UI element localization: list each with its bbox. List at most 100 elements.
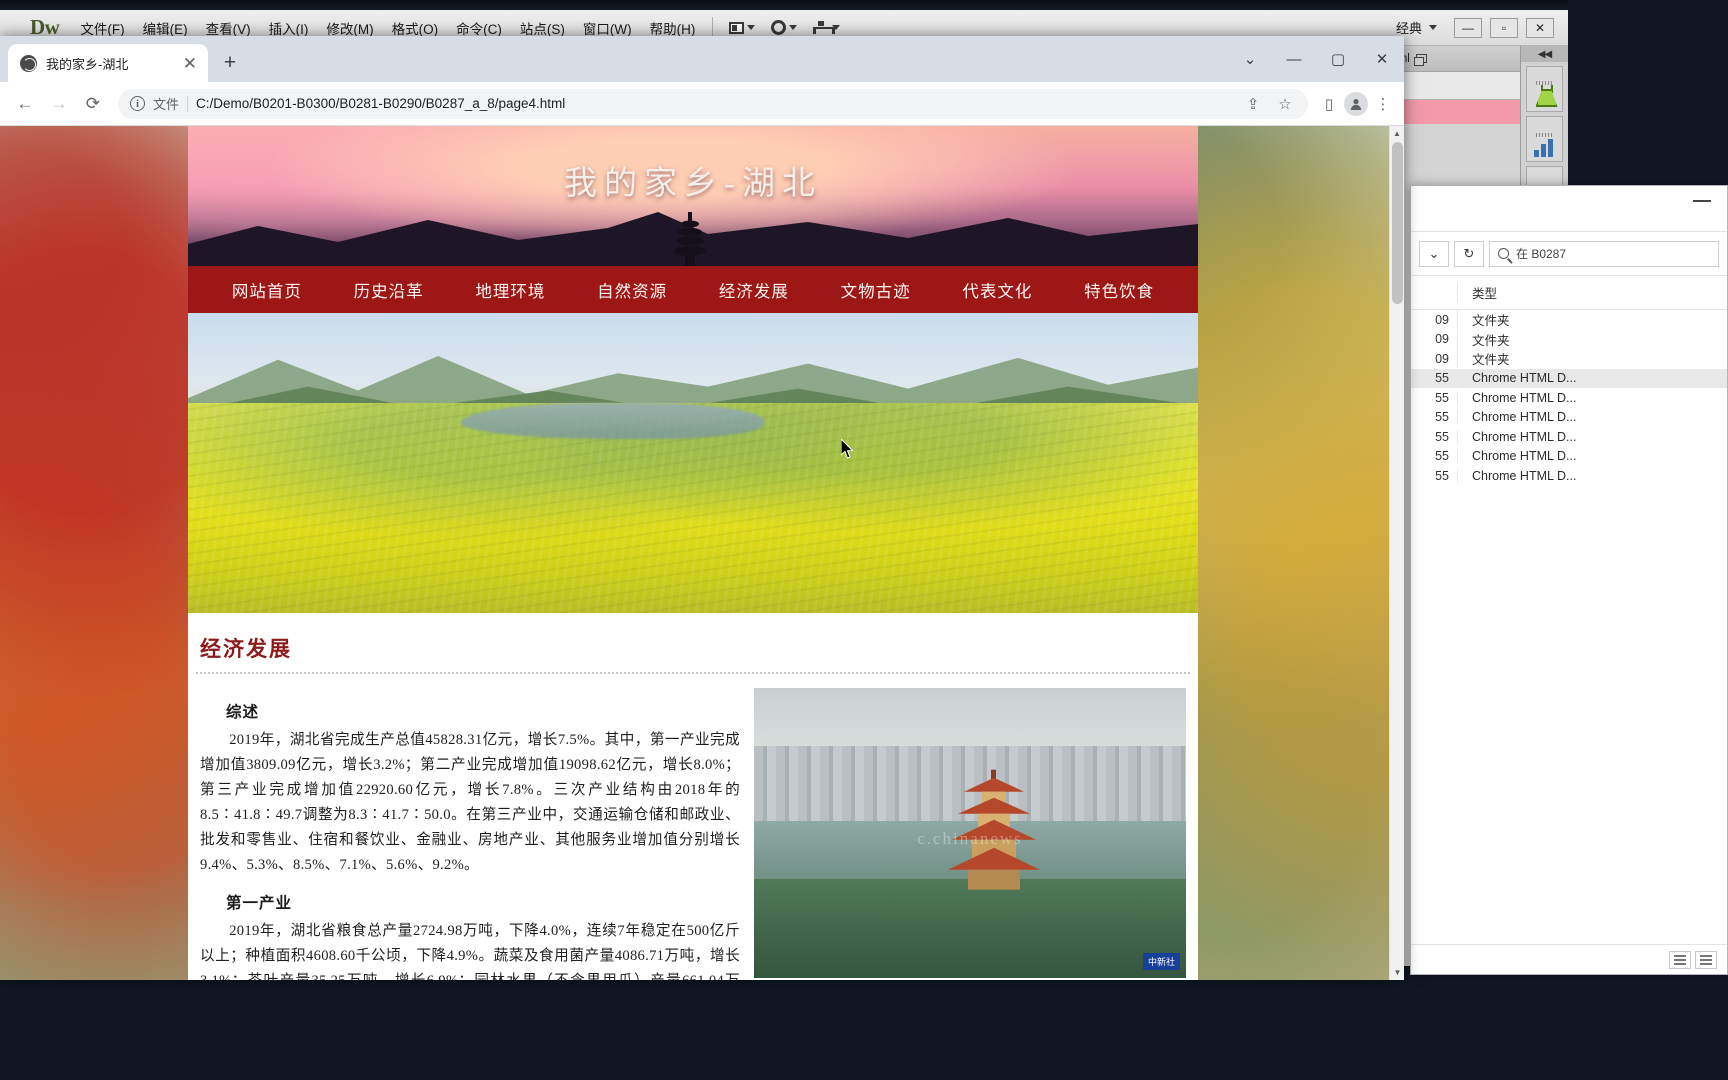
table-row[interactable]: 09 文件夹 [1411,310,1727,330]
nav-item-natural-resources[interactable]: 自然资源 [587,274,677,306]
subsection-body-overview: 2019年，湖北省完成生产总值45828.31亿元，增长7.5%。其中，第一产业… [200,732,740,874]
cell-type: Chrome HTML D... [1457,410,1727,425]
browser-minimize-button[interactable]: — [1272,36,1316,82]
explorer-titlebar [1411,186,1727,232]
details-view-button[interactable] [1669,950,1691,969]
nav-item-culture[interactable]: 代表文化 [952,274,1042,306]
cell-size: 55 [1435,390,1449,405]
table-row[interactable]: 55 Chrome HTML D... [1411,466,1727,486]
content-body: 综述 2019年，湖北省完成生产总值45828.31亿元，增长7.5%。其中，第… [188,688,1198,980]
explorer-search-input[interactable]: 在 B0287 [1489,240,1719,267]
table-row[interactable]: 55 Chrome HTML D... [1411,388,1727,408]
nav-item-economy[interactable]: 经济发展 [709,274,799,306]
table-row[interactable]: 55 Chrome HTML D... [1411,408,1727,428]
browser-toolbar: ← → ⟳ i 文件 C:/Demo/B0201-B0300/B0281-B02… [0,82,1404,126]
explorer-address-row: ⌄ ↻ 在 B0287 [1411,232,1727,276]
chevron-down-icon [747,25,756,30]
cell-size: 55 [1435,468,1449,483]
browser-more-button[interactable]: ⌄ [1228,36,1272,82]
dw-close-button[interactable]: ✕ [1526,17,1554,38]
panel-css-designer-button[interactable] [1526,116,1563,162]
gear-icon [771,20,787,35]
cell-size: 09 [1435,312,1449,327]
site-banner: 我的家乡-湖北 [188,126,1198,266]
subsection-heading-overview: 综述 [226,704,260,721]
collapse-panels-button[interactable]: ◀◀ [1521,46,1568,62]
browser-tab-title: 我的家乡-湖北 [46,56,129,72]
page-content: 经济发展 综述 2019年，湖北省完成生产总值45828.31亿元，增长7.5%… [188,613,1198,980]
address-history-dropdown[interactable]: ⌄ [1419,240,1449,267]
browser-tab[interactable]: 我的家乡-湖北 ✕ [8,44,208,82]
table-row[interactable]: 09 文件夹 [1411,329,1727,350]
scrollbar-thumb[interactable] [1392,142,1403,304]
scroll-up-button[interactable]: ▲ [1390,126,1404,141]
address-bar[interactable]: i 文件 C:/Demo/B0201-B0300/B0281-B0290/B02… [118,88,1308,119]
cell-size: 55 [1435,371,1449,386]
dw-minimize-button[interactable]: — [1454,17,1482,38]
browser-maximize-button[interactable]: ▢ [1316,36,1360,82]
explorer-file-list[interactable]: 09 文件夹 09 文件夹 09 文件夹 55 Chrome HTML D... 55 Chrom… [1411,310,1727,486]
new-tab-button[interactable]: + [218,52,242,73]
cell-type: 文件夹 [1457,329,1727,349]
browser-close-button[interactable]: ✕ [1360,36,1404,82]
table-row[interactable]: 55 Chrome HTML D... [1411,447,1727,467]
chevron-down-icon [1429,25,1437,30]
cell-type: Chrome HTML D... [1457,429,1727,444]
large-icons-view-button[interactable] [1695,950,1717,969]
dreamweaver-titlebar [0,0,1568,10]
page-viewport: 我的家乡-湖北 网站首页 历史沿革 地理环境 自然资源 经济发展 文物古迹 代表… [0,126,1404,980]
globe-favicon-icon [20,54,37,72]
website-container: 我的家乡-湖北 网站首页 历史沿革 地理环境 自然资源 经济发展 文物古迹 代表… [188,126,1198,980]
chevron-down-icon [789,25,798,30]
site-management-button[interactable] [805,18,848,37]
workspace-label: 经典 [1395,21,1422,36]
cell-type: 文件夹 [1457,349,1727,369]
page-scrollbar[interactable]: ▲ ▼ [1389,126,1404,980]
nav-item-relics[interactable]: 文物古迹 [831,274,921,306]
cell-type: Chrome HTML D... [1457,390,1727,405]
cell-type: 文件夹 [1457,310,1727,330]
nav-item-history[interactable]: 历史沿革 [344,274,434,306]
explorer-column-headers[interactable]: 类型 [1411,276,1727,310]
file-explorer-window: ⌄ ↻ 在 B0287 类型 09 文件夹 09 文件夹 09 文件夹 55 Chrome H… [1410,185,1728,975]
table-row[interactable]: 09 文件夹 [1411,349,1727,369]
flask-icon [1535,85,1555,107]
table-row[interactable]: 55 Chrome HTML D... [1411,427,1727,447]
close-tab-icon[interactable]: ✕ [180,55,200,72]
site-title: 我的家乡-湖北 [564,166,822,202]
forward-button[interactable]: → [44,89,74,119]
share-icon[interactable]: ⇪ [1242,93,1264,115]
reload-button[interactable]: ⟳ [78,89,108,119]
dw-maximize-button[interactable]: ▫ [1490,17,1518,38]
chrome-menu-icon[interactable]: ⋮ [1372,93,1394,115]
restore-icon[interactable] [1413,54,1427,66]
url-text: C:/Demo/B0201-B0300/B0281-B0290/B0287_a_… [196,96,566,111]
nav-item-home[interactable]: 网站首页 [222,274,312,306]
bookmark-star-icon[interactable]: ☆ [1274,93,1296,115]
nav-item-cuisine[interactable]: 特色饮食 [1074,274,1164,306]
cell-type: Chrome HTML D... [1457,449,1727,464]
browser-tab-strip: 我的家乡-湖北 ✕ + ⌄ — ▢ ✕ [0,36,1404,82]
layout-view-button[interactable] [721,19,763,37]
back-button[interactable]: ← [10,89,40,119]
side-panel-icon[interactable]: ▯ [1318,93,1340,115]
extend-settings-button[interactable] [763,17,805,38]
titlebar-right-cluster: 经典 — ▫ ✕ [1387,14,1568,41]
scroll-down-button[interactable]: ▼ [1390,965,1405,980]
cell-size: 55 [1435,449,1449,464]
explorer-minimize-button[interactable] [1693,200,1711,202]
sitemap-icon [813,21,836,34]
hero-lake [460,403,764,439]
explorer-statusbar [1411,944,1727,974]
info-icon[interactable]: i [130,96,145,111]
nav-item-geography[interactable]: 地理环境 [465,274,555,306]
cell-type: Chrome HTML D... [1457,468,1727,483]
subsection-heading-primary-industry: 第一产业 [226,894,293,912]
column-header-type[interactable]: 类型 [1457,283,1727,302]
panel-insert-button[interactable] [1526,66,1563,112]
table-row[interactable]: 55 Chrome HTML D... [1411,368,1727,388]
refresh-button[interactable]: ↻ [1454,240,1484,267]
cell-size: 55 [1435,429,1449,444]
profile-avatar-icon[interactable] [1344,91,1368,116]
url-scheme-label: 文件 [153,97,180,112]
